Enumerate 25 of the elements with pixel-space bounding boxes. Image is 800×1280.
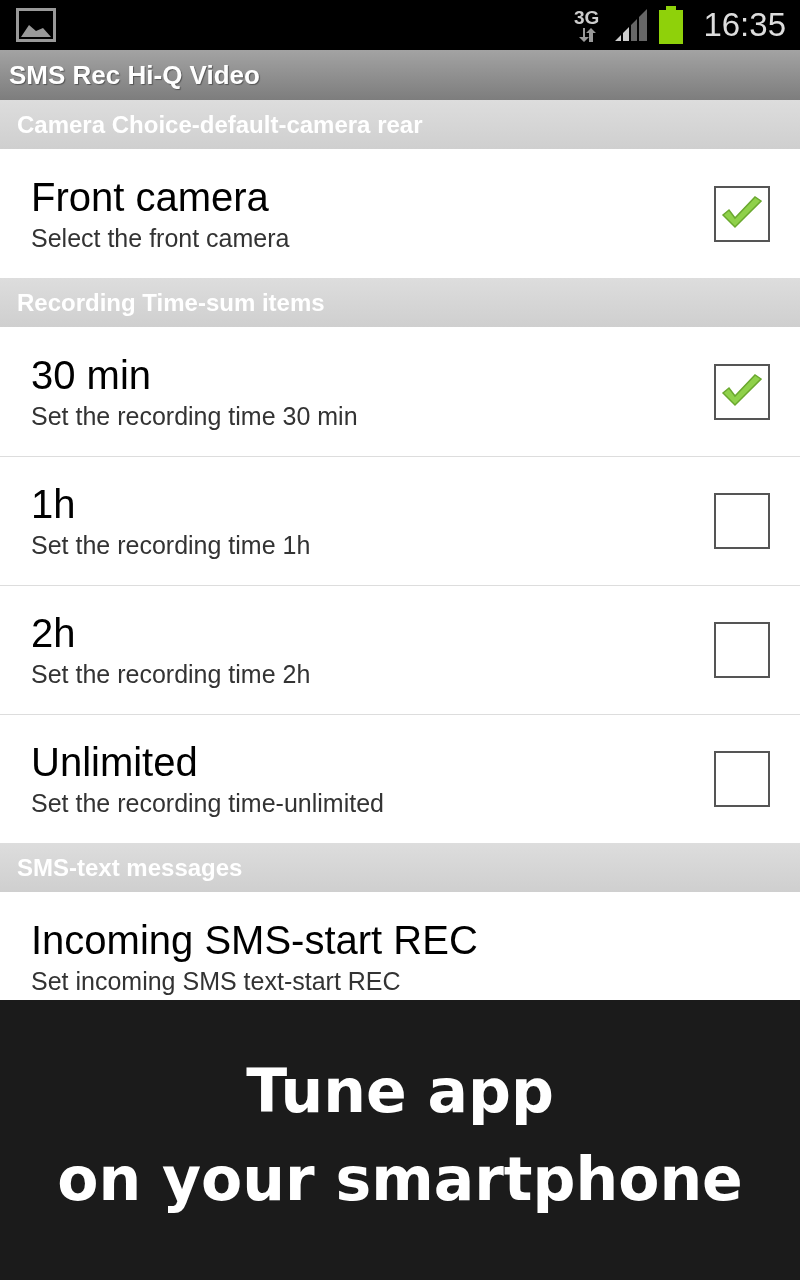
clock: 16:35 xyxy=(703,6,786,44)
checkbox[interactable] xyxy=(714,751,770,807)
setting-summary: Set incoming SMS text-start REC xyxy=(31,966,402,996)
checkbox[interactable] xyxy=(714,185,770,242)
setting-title[interactable]: 2h xyxy=(31,611,714,656)
setting-title[interactable]: 1h xyxy=(31,482,714,527)
checkbox[interactable] xyxy=(714,363,770,420)
signal-icon xyxy=(615,9,650,41)
setting-title[interactable]: Unlimited xyxy=(31,740,714,785)
setting-summary: Select the front camera xyxy=(31,223,291,253)
setting-summary: Set the recording time 2h xyxy=(31,660,312,689)
setting-title[interactable]: 30 min xyxy=(31,352,714,398)
setting-summary: Set the recording time 30 min xyxy=(31,401,359,431)
app-title: SMS Rec Hi-Q Video xyxy=(9,59,260,91)
network-type: 3G xyxy=(574,8,600,28)
banner-text: Tune app xyxy=(246,1055,554,1128)
battery-icon xyxy=(659,6,684,44)
picture-icon xyxy=(16,8,56,42)
checkbox[interactable] xyxy=(714,493,770,549)
banner-text: on your smartphone xyxy=(57,1143,743,1216)
setting-summary: Set the recording time 1h xyxy=(31,531,312,560)
checkbox[interactable] xyxy=(714,622,770,678)
setting-title[interactable]: Incoming SMS-start REC xyxy=(31,917,770,963)
setting-title[interactable]: Front camera xyxy=(31,174,714,220)
setting-summary: Set the recording time-unlimited xyxy=(31,789,385,818)
